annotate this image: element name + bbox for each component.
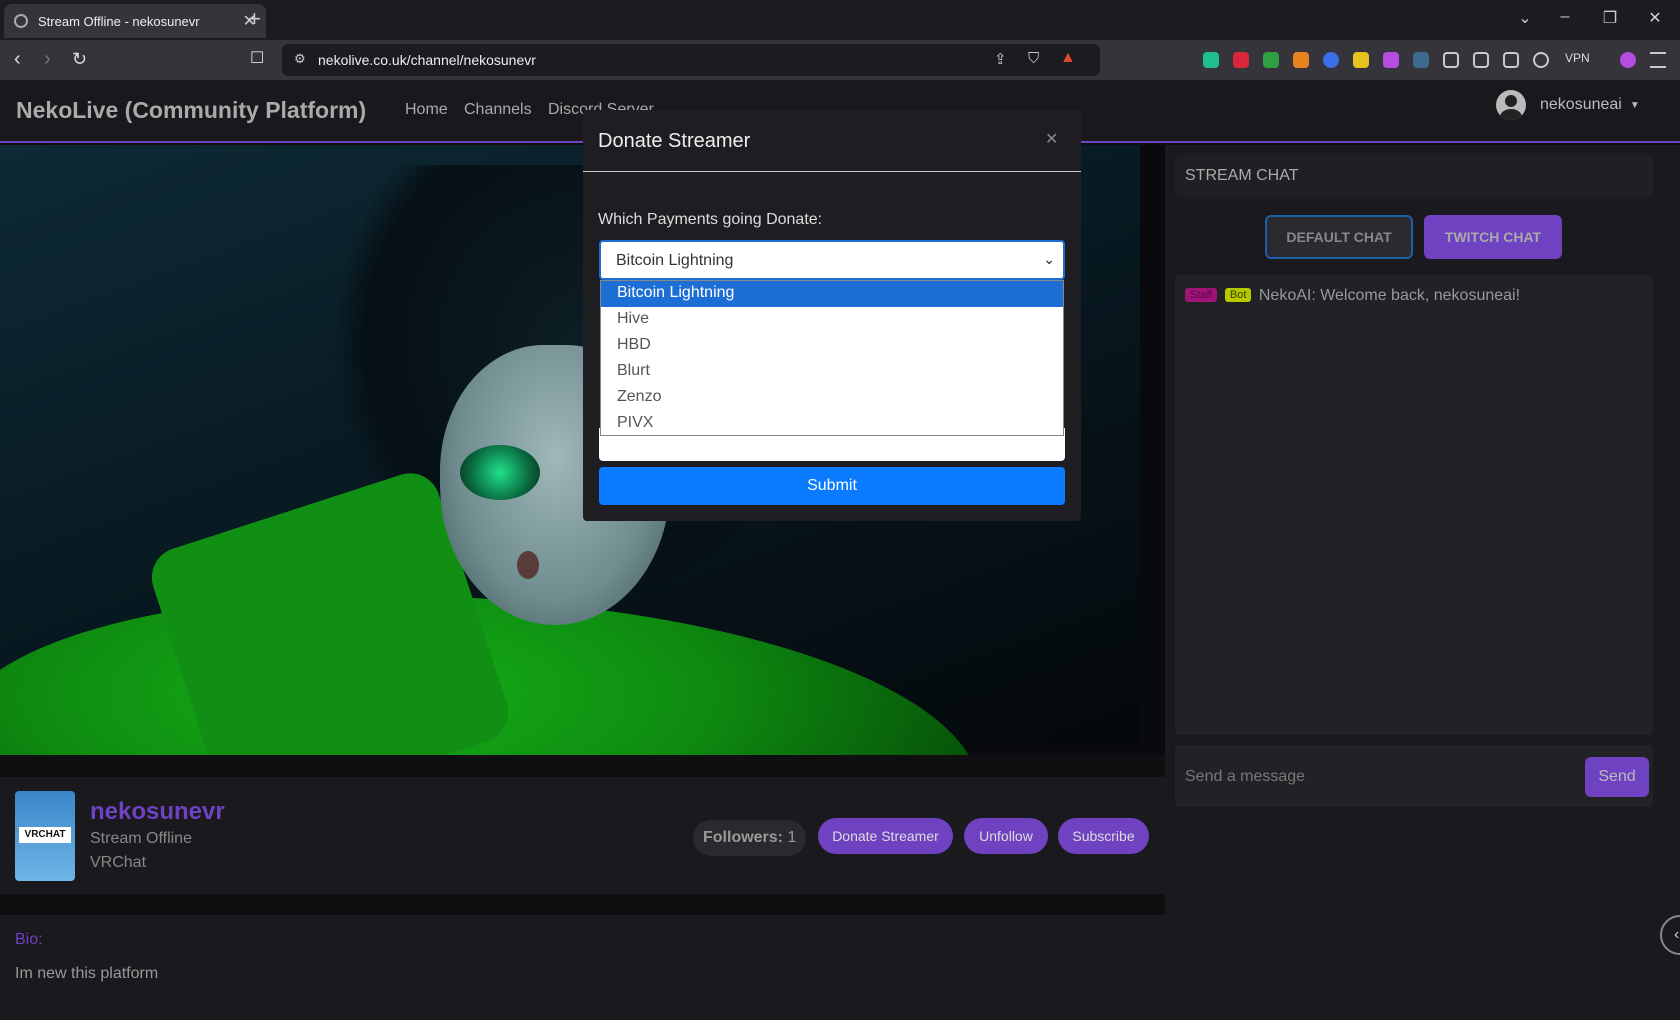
tab-title: Stream Offline - nekosunevr <box>38 13 200 29</box>
bio-label: Bio: <box>15 931 43 948</box>
extensions-puzzle-icon[interactable] <box>1443 52 1459 68</box>
browser-tab-bar: Stream Offline - nekosunevr ✕ + ⌄ – ❐ ✕ <box>0 0 1680 40</box>
username: nekosuneai <box>1540 96 1622 113</box>
payment-method-select[interactable]: Bitcoin Lightning ⌄ <box>599 240 1065 280</box>
close-window-button[interactable]: ✕ <box>1645 8 1665 28</box>
share-icon[interactable]: ⇪ <box>994 50 1007 68</box>
payment-method-dropdown: Bitcoin Lightning Hive HBD Blurt Zenzo P… <box>600 280 1064 436</box>
back-icon[interactable]: ‹ <box>14 48 21 70</box>
extension-icon[interactable] <box>1203 52 1219 68</box>
caret-down-icon: ▼ <box>1629 99 1640 111</box>
leo-ai-icon[interactable] <box>1533 52 1549 68</box>
nav-channels[interactable]: Channels <box>464 101 532 119</box>
chevron-down-icon: ⌄ <box>1043 251 1055 267</box>
chat-panel: STREAM CHAT DEFAULT CHAT TWITCH CHAT Sta… <box>1165 145 1680 1020</box>
extension-icon[interactable] <box>1383 52 1399 68</box>
chat-message: Staff Bot NekoAI: Welcome back, nekosune… <box>1185 287 1520 305</box>
option-hive[interactable]: Hive <box>601 307 1063 333</box>
minimize-button[interactable]: – <box>1555 8 1575 26</box>
globe-icon <box>14 14 28 28</box>
chat-messages: Staff Bot NekoAI: Welcome back, nekosune… <box>1175 275 1653 735</box>
brave-rewards-icon[interactable]: ▲ <box>1060 49 1076 67</box>
extension-icon[interactable] <box>1353 52 1369 68</box>
unfollow-button[interactable]: Unfollow <box>964 818 1048 854</box>
sidebar-icon[interactable] <box>1473 52 1489 68</box>
brave-shields-icon[interactable]: ⛉ <box>1028 50 1039 67</box>
forward-icon[interactable]: › <box>44 48 51 70</box>
url-text: nekolive.co.uk/channel/nekosunevr <box>318 52 536 68</box>
brand-logo[interactable]: NekoLive (Community Platform) <box>16 97 366 124</box>
modal-divider <box>583 171 1081 172</box>
default-chat-button[interactable]: DEFAULT CHAT <box>1265 215 1413 259</box>
option-hbd[interactable]: HBD <box>601 333 1063 359</box>
menu-icon[interactable] <box>1650 52 1666 68</box>
chat-title: STREAM CHAT <box>1175 155 1653 197</box>
chat-input-area: Send <box>1175 745 1653 807</box>
staff-badge: Staff <box>1185 288 1218 302</box>
payment-method-label: Which Payments going Donate: <box>598 211 823 228</box>
channel-avatar: VRCHAT <box>15 791 75 881</box>
extension-icon[interactable] <box>1413 52 1429 68</box>
followers-count: 1 <box>787 829 797 846</box>
bot-badge: Bot <box>1224 288 1252 302</box>
extension-icon[interactable] <box>1233 52 1249 68</box>
option-bitcoin-lightning[interactable]: Bitcoin Lightning <box>601 281 1063 307</box>
stream-game: VRChat <box>90 854 147 871</box>
submit-button[interactable]: Submit <box>599 467 1065 505</box>
reload-icon[interactable]: ↻ <box>72 48 87 70</box>
tab-list-icon[interactable]: ⌄ <box>1515 8 1535 28</box>
vpn-button[interactable]: VPN <box>1565 51 1590 65</box>
modal-title: Donate Streamer <box>598 130 751 152</box>
channel-info-bar: VRCHAT nekosunevr Stream Offline VRChat … <box>0 777 1165 894</box>
chat-message-input[interactable] <box>1185 757 1555 797</box>
twitch-chat-button[interactable]: TWITCH CHAT <box>1424 215 1562 259</box>
bio-section: Bio: Im new this platform <box>0 915 1165 1020</box>
option-blurt[interactable]: Blurt <box>601 359 1063 385</box>
close-icon[interactable]: ✕ <box>1045 129 1058 149</box>
metamask-icon[interactable] <box>1293 52 1309 68</box>
channel-name[interactable]: nekosunevr <box>90 798 225 826</box>
chat-message-text: NekoAI: Welcome back, nekosuneai! <box>1258 287 1521 304</box>
user-menu[interactable]: nekosuneai ▼ <box>1496 90 1640 120</box>
stream-status: Stream Offline <box>90 830 192 847</box>
channel-avatar-text: VRCHAT <box>19 827 71 843</box>
extension-icon[interactable] <box>1263 52 1279 68</box>
followers-badge: Followers: 1 <box>693 820 807 856</box>
payment-method-selected: Bitcoin Lightning <box>616 252 734 269</box>
bio-text: Im new this platform <box>15 965 159 982</box>
address-bar[interactable]: ⚙ nekolive.co.uk/channel/nekosunevr ⇪ ⛉ … <box>282 44 1100 76</box>
browser-nav-bar: ‹ › ↻ ☐ ⚙ nekolive.co.uk/channel/nekosun… <box>0 40 1680 80</box>
send-button[interactable]: Send <box>1585 757 1649 797</box>
restore-button[interactable]: ❐ <box>1600 8 1620 28</box>
site-settings-icon[interactable]: ⚙ <box>294 51 306 67</box>
wallet-icon[interactable] <box>1503 52 1519 68</box>
subscribe-button[interactable]: Subscribe <box>1058 818 1149 854</box>
donate-streamer-button[interactable]: Donate Streamer <box>818 818 953 854</box>
browser-tab[interactable]: Stream Offline - nekosunevr ✕ <box>4 4 266 38</box>
option-zenzo[interactable]: Zenzo <box>601 385 1063 411</box>
profile-icon[interactable] <box>1620 52 1636 68</box>
nav-home[interactable]: Home <box>405 101 448 119</box>
bookmark-icon[interactable]: ☐ <box>250 48 264 70</box>
avatar <box>1496 90 1526 120</box>
option-pivx[interactable]: PIVX <box>601 411 1063 437</box>
extension-icon[interactable] <box>1323 52 1339 68</box>
followers-label: Followers: <box>703 829 784 846</box>
new-tab-button[interactable]: + <box>248 8 261 30</box>
